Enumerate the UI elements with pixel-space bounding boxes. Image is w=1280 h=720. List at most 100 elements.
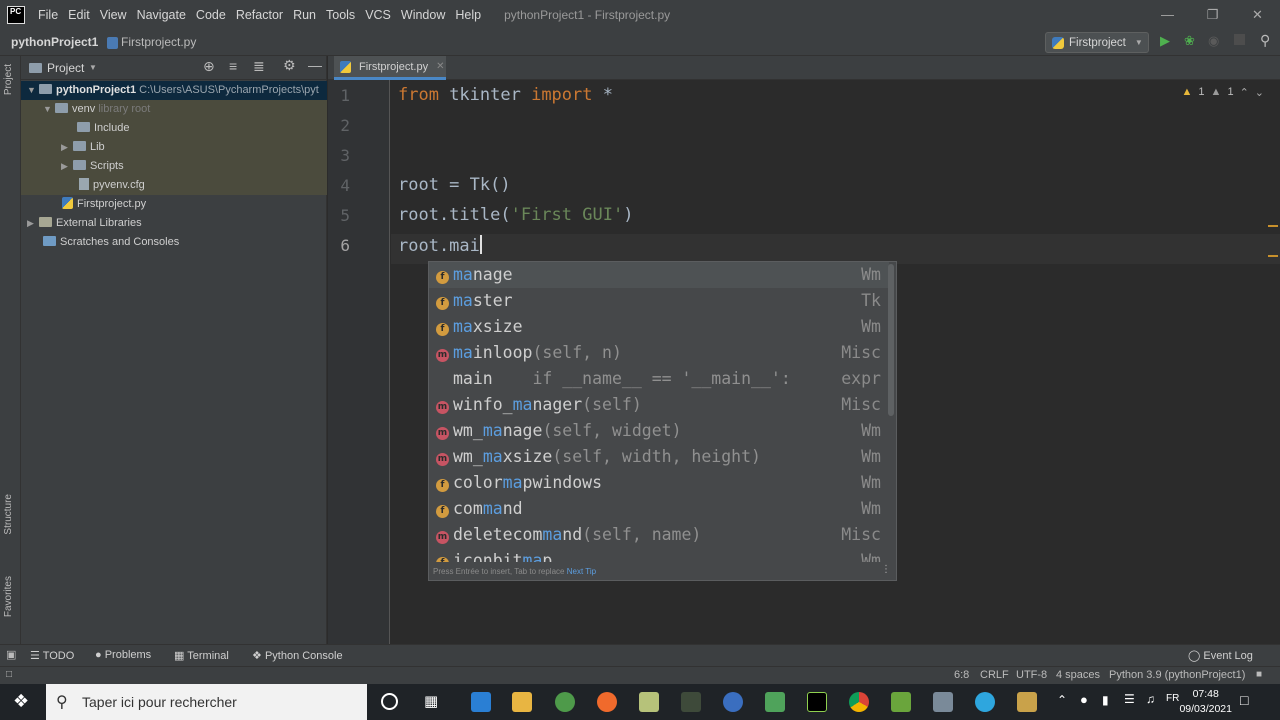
hide-icon[interactable]: —	[308, 57, 322, 73]
telegram-icon[interactable]	[975, 692, 995, 712]
vscode-icon[interactable]	[471, 692, 491, 712]
menu-window[interactable]: Window	[401, 8, 445, 22]
tree-item-external-libraries[interactable]: ▶ External Libraries	[21, 214, 327, 233]
inspection-widget[interactable]: ▲ 1 ▲ 1 ⌃ ⌄	[1182, 86, 1264, 99]
maximize-icon[interactable]: ❐	[1190, 0, 1235, 30]
app-icon[interactable]	[681, 692, 701, 712]
tree-item-venv[interactable]: ▼ venv library root	[21, 100, 327, 119]
project-tool-tab[interactable]: Project	[3, 64, 14, 95]
tree-item-scripts[interactable]: ▶ Scripts	[21, 157, 327, 176]
stop-icon[interactable]	[1234, 34, 1245, 45]
run-configuration-select[interactable]: Firstproject ▼	[1045, 32, 1149, 53]
completion-item[interactable]: f master Tk	[429, 288, 889, 314]
tree-item-project-root[interactable]: ▼ pythonProject1 C:\Users\ASUS\PycharmPro…	[21, 81, 327, 100]
file-encoding[interactable]: UTF-8	[1016, 669, 1047, 681]
collapse-all-icon[interactable]: ≣	[253, 58, 265, 75]
tab-firstproject[interactable]: Firstproject.py ✕	[334, 56, 446, 80]
android-studio-icon[interactable]	[555, 692, 575, 712]
menu-edit[interactable]: Edit	[68, 8, 90, 22]
task-view-icon[interactable]: ▦	[424, 692, 438, 710]
notifications-icon[interactable]: □	[1240, 692, 1248, 708]
battery-icon[interactable]: ▮	[1102, 693, 1109, 707]
next-tip-link[interactable]: Next Tip	[567, 567, 596, 576]
layout-toggle-icon[interactable]: ▣	[6, 648, 16, 661]
menu-help[interactable]: Help	[455, 8, 481, 22]
menu-refactor[interactable]: Refactor	[236, 8, 283, 22]
close-icon[interactable]: ✕	[1235, 0, 1280, 30]
popup-scrollbar[interactable]	[888, 264, 894, 416]
completion-item-live-template[interactable]: main if __name__ == '__main__': expr	[429, 366, 889, 392]
minimize-icon[interactable]: —	[1145, 0, 1190, 30]
menu-navigate[interactable]: Navigate	[137, 8, 186, 22]
close-tab-icon[interactable]: ✕	[436, 61, 444, 72]
python-interpreter[interactable]: Python 3.9 (pythonProject1)	[1109, 669, 1245, 681]
completion-item[interactable]: f manage Wm	[429, 262, 889, 288]
caret-position[interactable]: 6:8	[954, 669, 969, 681]
completion-item[interactable]: f colormapwindows Wm	[429, 470, 889, 496]
tree-item-pyvenv-cfg[interactable]: pyvenv.cfg	[21, 176, 327, 195]
completion-item[interactable]: m wm_manage(self, widget) Wm	[429, 418, 889, 444]
expand-all-icon[interactable]: ≡	[229, 58, 237, 74]
system-clock[interactable]: 07:48 09/03/2021	[1179, 687, 1232, 717]
app-icon[interactable]	[723, 692, 743, 712]
terminal-tool-button[interactable]: ▦ Terminal	[174, 649, 229, 662]
app-icon[interactable]	[597, 692, 617, 712]
gear-icon[interactable]: ⚙	[283, 57, 296, 74]
volume-icon[interactable]: ♫	[1146, 692, 1155, 706]
completion-item[interactable]: m wm_maxsize(self, width, height) Wm	[429, 444, 889, 470]
completion-item[interactable]: ficonbitmapWm	[429, 548, 889, 562]
windows-start-icon[interactable]: ❖	[13, 691, 29, 712]
wifi-icon[interactable]: ☰	[1124, 692, 1135, 706]
status-toggle-icon[interactable]: □	[6, 669, 12, 680]
completion-item[interactable]: f maxsize Wm	[429, 314, 889, 340]
coverage-icon[interactable]: ◉	[1208, 33, 1219, 49]
chevron-down-icon[interactable]: ⌄	[1255, 86, 1264, 99]
chrome-icon[interactable]	[849, 692, 869, 712]
completion-item[interactable]: m deletecommand(self, name) Misc	[429, 522, 889, 548]
menu-tools[interactable]: Tools	[326, 8, 355, 22]
completion-item[interactable]: m mainloop(self, n) Misc	[429, 340, 889, 366]
tree-item-scratches[interactable]: Scratches and Consoles	[21, 233, 327, 252]
locate-icon[interactable]: ⊕	[203, 58, 215, 75]
more-options-icon[interactable]: ⋮	[881, 564, 891, 575]
microphone-icon[interactable]: ●	[1080, 692, 1088, 707]
run-icon[interactable]: ▶	[1160, 33, 1170, 49]
breadcrumb-file[interactable]: Firstproject.py	[121, 35, 196, 49]
favorites-tool-tab[interactable]: Favorites	[3, 576, 14, 617]
completion-item[interactable]: m winfo_manager(self) Misc	[429, 392, 889, 418]
taskbar-search-box[interactable]: ⚲ Taper ici pour rechercher	[46, 684, 367, 720]
menu-code[interactable]: Code	[196, 8, 226, 22]
cortana-icon[interactable]	[381, 693, 398, 710]
chevron-up-icon[interactable]: ⌃	[1240, 86, 1249, 99]
todo-tool-button[interactable]: ☰ TODO	[30, 649, 74, 662]
line-separator[interactable]: CRLF	[980, 669, 1009, 681]
structure-tool-tab[interactable]: Structure	[3, 494, 14, 535]
menu-vcs[interactable]: VCS	[365, 8, 391, 22]
tree-item-lib[interactable]: ▶ Lib	[21, 138, 327, 157]
completion-item[interactable]: f command Wm	[429, 496, 889, 522]
warning-stripe-marker[interactable]	[1268, 225, 1278, 227]
language-icon[interactable]: FR	[1166, 693, 1179, 704]
chevron-down-icon[interactable]: ▼	[89, 63, 97, 72]
tree-item-firstproject[interactable]: Firstproject.py	[21, 195, 327, 214]
python-console-tool-button[interactable]: ❖ Python Console	[252, 649, 343, 662]
menu-view[interactable]: View	[100, 8, 127, 22]
indent-setting[interactable]: 4 spaces	[1056, 669, 1100, 681]
debug-icon[interactable]: ❀	[1184, 33, 1195, 49]
breadcrumb-project[interactable]: pythonProject1	[11, 35, 98, 49]
app-icon[interactable]	[933, 692, 953, 712]
warning-stripe-marker[interactable]	[1268, 255, 1278, 257]
app-icon[interactable]	[765, 692, 785, 712]
problems-tool-button[interactable]: ● Problems	[95, 649, 151, 661]
tray-chevron-up-icon[interactable]: ⌃	[1057, 693, 1067, 707]
event-log-tool-button[interactable]: ◯ Event Log	[1188, 649, 1253, 662]
menu-file[interactable]: File	[38, 8, 58, 22]
notes-app-icon[interactable]	[639, 692, 659, 712]
project-panel-title[interactable]: Project	[47, 61, 84, 75]
search-everywhere-icon[interactable]: ⚲	[1260, 32, 1270, 49]
app-icon[interactable]	[891, 692, 911, 712]
tree-item-include[interactable]: Include	[21, 119, 327, 138]
lock-icon[interactable]: ■	[1256, 669, 1262, 680]
menu-run[interactable]: Run	[293, 8, 316, 22]
file-explorer-icon[interactable]	[512, 692, 532, 712]
